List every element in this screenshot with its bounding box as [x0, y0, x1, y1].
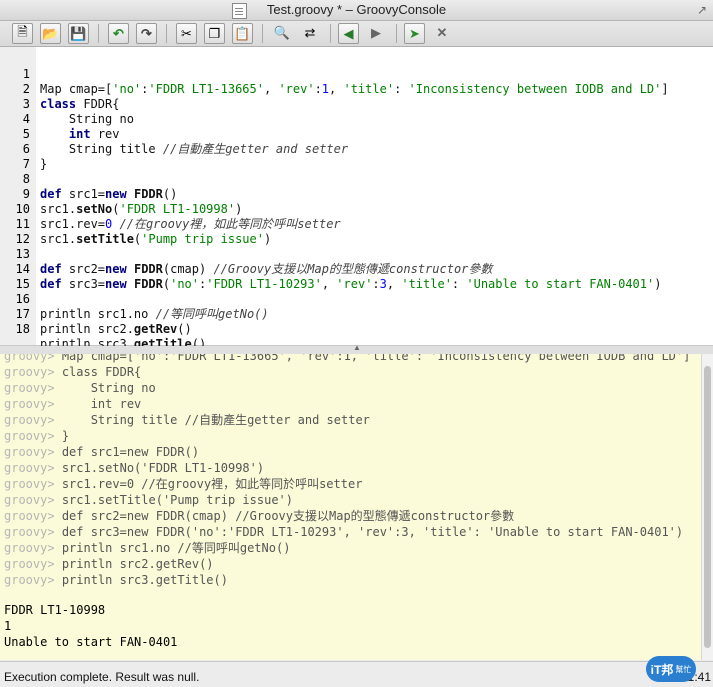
replace-icon[interactable]: ⇄ [300, 23, 320, 43]
output-echo-line: groovy> src1.setNo('FDDR LT1-10998') [4, 461, 265, 475]
output-echo-line: groovy> int rev [4, 397, 142, 411]
output-echo-line: groovy> class FDDR{ [4, 365, 142, 379]
status-bar: Execution complete. Result was null. 1:4… [0, 661, 713, 687]
output-pane[interactable]: groovy> Map cmap=['no':'FDDR LT1-13665',… [0, 354, 701, 660]
output-echo-line: groovy> def src3=new FDDR('no':'FDDR LT1… [4, 525, 684, 539]
collapse-arrow-icon[interactable]: ▲ [353, 343, 361, 352]
pane-splitter[interactable]: ▲ [0, 343, 713, 354]
code-line: 4 int rev [0, 97, 120, 141]
toolbar-separator [166, 24, 167, 43]
output-echo-line: groovy> println src3.getTitle() [4, 573, 228, 587]
open-folder-icon[interactable]: 📂 [40, 23, 61, 44]
output-echo-line: groovy> def src1=new FDDR() [4, 445, 200, 459]
code-line: 5 String title //自動產生getter and setter [0, 112, 348, 156]
new-file-icon[interactable]: 🗎 [12, 23, 33, 44]
code-line: 18 println src3.getTitle() [0, 307, 207, 351]
save-icon[interactable]: 💾 [68, 23, 89, 44]
code-line: 12 [0, 217, 30, 246]
toolbar-separator [262, 24, 263, 43]
code-line: 14 def src3=new FDDR('no':'FDDR LT1-1029… [0, 247, 662, 291]
scrollbar-thumb[interactable] [704, 366, 711, 648]
code-line: 17 println src2.getRev() [0, 292, 192, 336]
code-editor[interactable]: 1 Map cmap=['no':'FDDR LT1-13665', 'rev'… [0, 47, 713, 351]
interrupt-icon[interactable]: ✕ [432, 23, 452, 43]
find-icon[interactable]: 🔍 [272, 23, 292, 43]
title-bar: Test.groovy * – GroovyConsole ↗ [0, 0, 713, 21]
code-line: 11 src1.setTitle('Pump trip issue') [0, 202, 272, 246]
undo-icon[interactable]: ↶ [108, 23, 129, 44]
output-echo-line: groovy> Map cmap=['no':'FDDR LT1-13665',… [4, 354, 691, 363]
code-line: 3 String no [0, 82, 134, 126]
code-line: 10 src1.rev=0 //在groovy裡，如此等同於呼叫setter [0, 187, 341, 231]
toolbar: 🗎 📂 💾 ↶ ↷ ✂ ❐ 📋 🔍 ⇄ ◀ ▶ ➤ ✕ [0, 21, 713, 47]
output-echo-line: groovy> String title //自動產生getter and se… [4, 413, 370, 427]
code-line: 7 [0, 142, 30, 171]
code-line: 6 } [0, 127, 47, 171]
output-echo-line: groovy> } [4, 429, 70, 443]
code-line: 2 class FDDR{ [0, 67, 120, 111]
paste-icon[interactable]: 📋 [232, 23, 253, 44]
code-line: 15 [0, 262, 30, 291]
next-history-icon[interactable]: ▶ [366, 23, 386, 43]
code-line: 16 println src1.no //等同呼叫getNo() [0, 277, 269, 321]
code-line: 1 Map cmap=['no':'FDDR LT1-13665', 'rev'… [0, 52, 669, 96]
toolbar-separator [330, 24, 331, 43]
run-icon[interactable]: ➤ [404, 23, 425, 44]
toolbar-separator [396, 24, 397, 43]
watermark-logo: iT邦 幫忙 [646, 656, 696, 682]
output-echo-line: groovy> println src2.getRev() [4, 557, 214, 571]
output-echo-line: groovy> String no [4, 381, 156, 395]
code-line: 13 def src2=new FDDR(cmap) //Groovy支援以Ma… [0, 232, 493, 276]
window-title: Test.groovy * – GroovyConsole [266, 2, 447, 17]
status-message: Execution complete. Result was null. [4, 670, 200, 684]
redo-icon[interactable]: ↷ [136, 23, 157, 44]
code-line: 8 def src1=new FDDR() [0, 157, 178, 201]
previous-history-icon[interactable]: ◀ [338, 23, 359, 44]
code-line: 9 src1.setNo('FDDR LT1-10998') [0, 172, 243, 216]
line-number: 18 [15, 322, 30, 336]
output-scrollbar[interactable] [701, 354, 713, 660]
output-echo-line: groovy> println src1.no //等同呼叫getNo() [4, 541, 291, 555]
output-echo-line: groovy> src1.rev=0 //在groovy裡，如此等同於呼叫set… [4, 477, 363, 491]
fullscreen-icon[interactable]: ↗ [697, 3, 707, 17]
output-result-line: Unable to start FAN-0401 [4, 635, 178, 649]
output-result-line: 1 [4, 619, 12, 633]
output-echo-line: groovy> src1.setTitle('Pump trip issue') [4, 493, 293, 507]
output-result-line: FDDR LT1-10998 [4, 603, 106, 617]
cut-icon[interactable]: ✂ [176, 23, 197, 44]
copy-icon[interactable]: ❐ [204, 23, 225, 44]
output-echo-line: groovy> def src2=new FDDR(cmap) //Groovy… [4, 509, 515, 523]
toolbar-separator [98, 24, 99, 43]
